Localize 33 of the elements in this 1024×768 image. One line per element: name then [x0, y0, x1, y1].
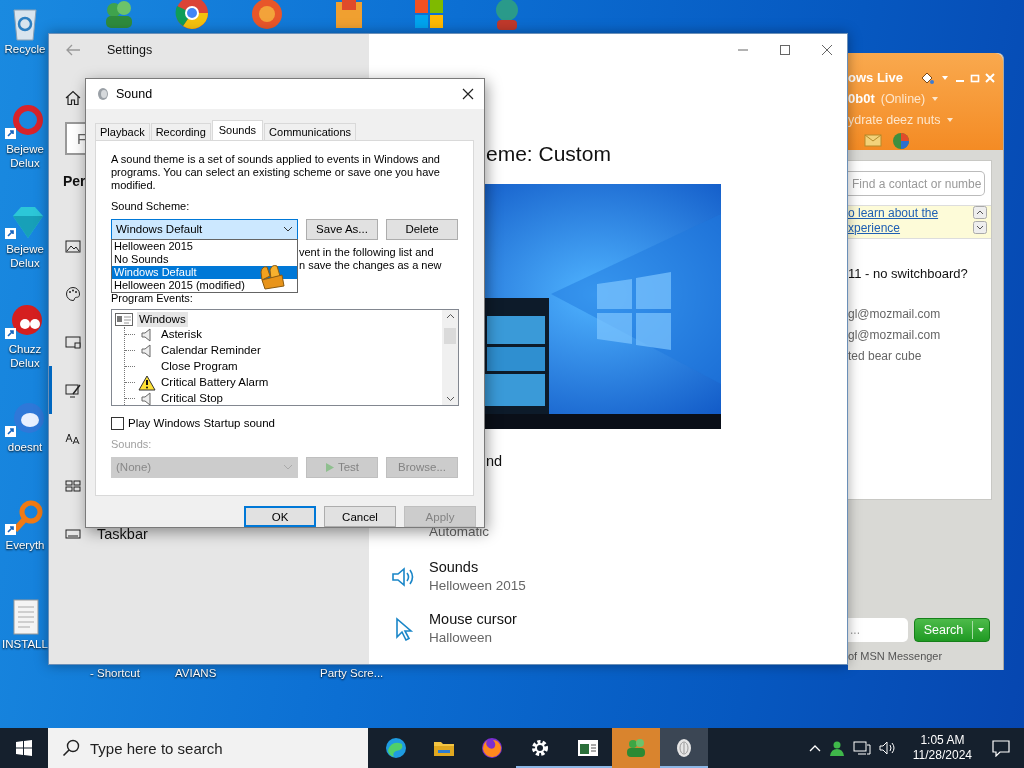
- icon-label: - Shortcut: [90, 667, 140, 679]
- option-value: Halloween: [429, 629, 494, 647]
- icon-label: Delux: [10, 156, 40, 170]
- icon-label: Everyth: [5, 538, 45, 552]
- icon-label: Bejewe: [6, 142, 44, 156]
- icon-label: doesnt: [7, 440, 43, 454]
- option-value: Helloween 2015: [429, 577, 526, 595]
- status-text: (Online): [880, 91, 926, 106]
- page-heading: eme: Custom: [486, 142, 611, 165]
- icon-label: Chuzz: [8, 342, 42, 356]
- personal-message: ydrate deez nuts: [848, 112, 941, 127]
- dialog-title: Sound: [116, 86, 153, 101]
- instruction-text: n save the changes as a new: [299, 258, 443, 272]
- icon-label: INSTALL: [2, 637, 48, 651]
- icon-label: Recycle: [4, 42, 46, 56]
- icon-label: Party Scre...: [320, 667, 384, 679]
- dropdown-value: (None): [116, 461, 152, 474]
- field-label: Program Events:: [111, 291, 194, 305]
- instruction-text: vent in the following list and: [299, 245, 435, 259]
- section-heading: Per: [63, 173, 86, 189]
- icon-label: Bejewe: [6, 242, 44, 256]
- dropdown-value: Windows Default: [116, 223, 203, 236]
- icon-label: Delux: [10, 256, 40, 270]
- field-label: Sounds:: [111, 437, 153, 451]
- user-name: 0b0t: [848, 91, 875, 106]
- description-text: A sound theme is a set of sounds applied to events in Windows and programs. You can select an existing scheme or save one you have modified.: [111, 152, 441, 192]
- icon-label: AVIANS: [175, 667, 217, 679]
- window-title: Settings: [107, 43, 153, 57]
- icon-label: Delux: [10, 356, 40, 370]
- checkbox-label: Play Windows Startup sound: [128, 417, 276, 430]
- field-label: Sound Scheme:: [111, 199, 191, 213]
- app-title: ows Live: [848, 70, 903, 85]
- footer-text: of MSN Messenger: [848, 650, 944, 662]
